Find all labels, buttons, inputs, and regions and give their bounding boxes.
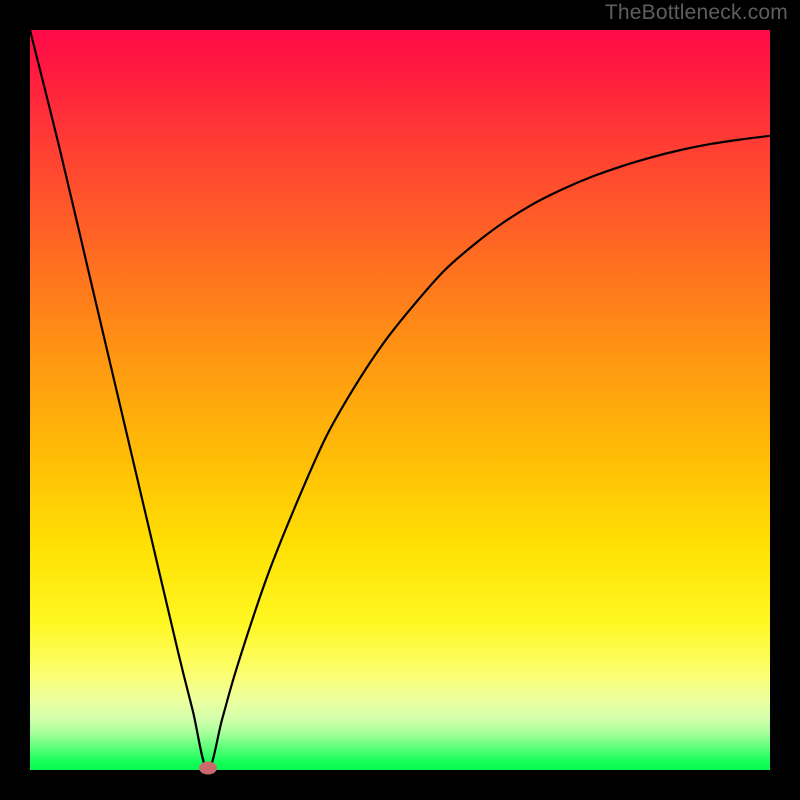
curve-layer bbox=[30, 30, 770, 770]
minimum-marker bbox=[199, 762, 217, 775]
attribution-label: TheBottleneck.com bbox=[605, 1, 788, 25]
figure-frame: TheBottleneck.com bbox=[0, 0, 800, 800]
plot-area bbox=[30, 30, 770, 770]
bottleneck-curve bbox=[30, 30, 770, 770]
